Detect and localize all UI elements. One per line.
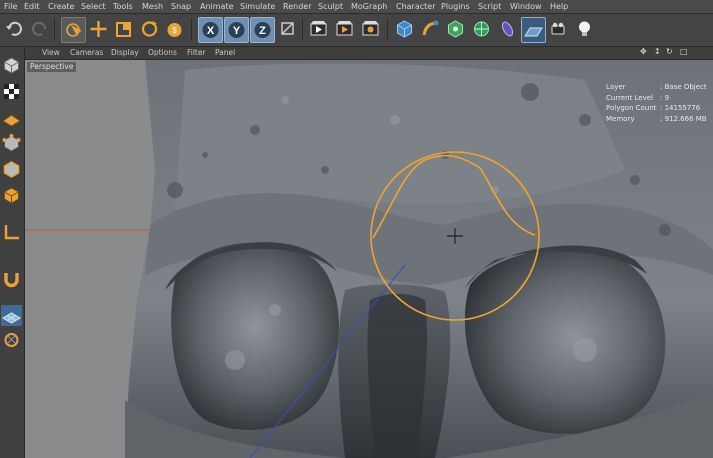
bend-deformer-icon[interactable] bbox=[419, 17, 442, 41]
zoom-view-icon[interactable]: ↕ bbox=[654, 47, 661, 56]
magnet-icon[interactable] bbox=[1, 269, 22, 290]
left-tool-palette bbox=[0, 47, 25, 458]
coordinate-system-icon[interactable]: $ bbox=[163, 17, 186, 41]
edges-mode-icon[interactable] bbox=[1, 159, 22, 180]
hud-poly-value: : 14155776 bbox=[660, 104, 701, 112]
svg-text:$: $ bbox=[172, 26, 177, 35]
move-view-icon[interactable]: ✥ bbox=[640, 47, 647, 56]
hud-level-key: Current Level bbox=[606, 93, 653, 102]
x-axis-icon[interactable]: X bbox=[198, 17, 223, 43]
hud-level-value: : 9 bbox=[660, 93, 670, 102]
points-mode-icon[interactable] bbox=[1, 133, 22, 154]
live-selection-icon[interactable] bbox=[61, 17, 86, 43]
menu-mograph[interactable]: MoGraph bbox=[351, 1, 387, 12]
scale-icon[interactable] bbox=[112, 17, 135, 41]
move-icon[interactable] bbox=[87, 17, 110, 41]
menu-tools[interactable]: Tools bbox=[113, 1, 133, 12]
menu-create[interactable]: Create bbox=[48, 1, 75, 12]
menu-window[interactable]: Window bbox=[510, 1, 542, 12]
light-icon[interactable] bbox=[573, 17, 596, 41]
menu-bar: File Edit Create Select Tools Mesh Snap … bbox=[0, 0, 713, 14]
x-axis-label: X bbox=[207, 25, 215, 37]
z-axis-label: Z bbox=[259, 25, 266, 37]
axis-mode-icon[interactable] bbox=[2, 221, 23, 242]
menu-select[interactable]: Select bbox=[81, 1, 106, 12]
model-mode-icon[interactable] bbox=[1, 55, 22, 76]
menu-help[interactable]: Help bbox=[550, 1, 568, 12]
menu-script[interactable]: Script bbox=[478, 1, 501, 12]
viewport-perspective[interactable]: Perspective Layer : Base Object Current L… bbox=[25, 60, 713, 458]
menu-sculpt[interactable]: Sculpt bbox=[318, 1, 343, 12]
hypernurbs-icon[interactable] bbox=[470, 17, 493, 41]
menu-edit[interactable]: Edit bbox=[24, 1, 40, 12]
render-settings-icon[interactable] bbox=[359, 17, 382, 41]
viewport-menu-options[interactable]: Options bbox=[148, 48, 177, 58]
floor-icon[interactable] bbox=[521, 17, 546, 43]
viewport-menu-cameras[interactable]: Cameras bbox=[70, 48, 103, 58]
menu-animate[interactable]: Animate bbox=[200, 1, 234, 12]
y-axis-icon[interactable]: Y bbox=[224, 17, 249, 43]
array-icon[interactable] bbox=[444, 17, 467, 41]
viewport-nav-icons: ✥ ↕ ↻ □ bbox=[640, 47, 713, 59]
hud-memory-key: Memory bbox=[606, 114, 635, 123]
cube-icon[interactable] bbox=[393, 17, 416, 41]
rotate-icon[interactable] bbox=[138, 17, 161, 41]
menu-file[interactable]: File bbox=[4, 1, 17, 12]
render-view-icon[interactable] bbox=[307, 17, 330, 41]
sculpt-layers-icon[interactable] bbox=[1, 329, 22, 350]
hud-layer-value: : Base Object bbox=[660, 83, 707, 91]
hud-layer-key: Layer bbox=[606, 83, 626, 91]
menu-plugins[interactable]: Plugins bbox=[441, 1, 470, 12]
camera-icon[interactable] bbox=[547, 17, 570, 41]
maximize-view-icon[interactable]: □ bbox=[680, 47, 688, 56]
main-toolbar: $ X Y Z bbox=[0, 14, 713, 47]
viewport-menu-panel[interactable]: Panel bbox=[215, 48, 235, 58]
render-picture-viewer-icon[interactable] bbox=[333, 17, 356, 41]
viewport-hud: Layer : Base Object Current Level : 9 Poly… bbox=[606, 82, 713, 124]
deformer-icon[interactable] bbox=[496, 17, 519, 41]
viewport-menu-view[interactable]: View bbox=[42, 48, 60, 58]
workplane-icon[interactable] bbox=[1, 107, 22, 128]
menu-simulate[interactable]: Simulate bbox=[240, 1, 275, 12]
y-axis-label: Y bbox=[233, 25, 241, 37]
menu-snap[interactable]: Snap bbox=[171, 1, 191, 12]
texture-mode-icon[interactable] bbox=[1, 81, 22, 102]
viewport-menu-bar: View Cameras Display Options Filter Pane… bbox=[25, 47, 713, 60]
menu-character[interactable]: Character bbox=[396, 1, 436, 12]
viewport-label[interactable]: Perspective bbox=[27, 62, 77, 72]
sculpt-grid-icon[interactable] bbox=[1, 305, 22, 326]
undo-icon[interactable] bbox=[3, 17, 26, 41]
polygons-mode-icon[interactable] bbox=[1, 185, 22, 206]
menu-render[interactable]: Render bbox=[283, 1, 311, 12]
rotate-view-icon[interactable]: ↻ bbox=[666, 47, 673, 56]
world-coords-icon[interactable] bbox=[276, 17, 299, 41]
hud-poly-key: Polygon Count bbox=[606, 104, 657, 112]
viewport-menu-filter[interactable]: Filter bbox=[187, 48, 206, 58]
hud-memory-value: : 912.666 MB bbox=[660, 114, 707, 123]
z-axis-icon[interactable]: Z bbox=[250, 17, 275, 43]
menu-mesh[interactable]: Mesh bbox=[142, 1, 163, 12]
redo-icon[interactable] bbox=[28, 17, 51, 41]
viewport-menu-display[interactable]: Display bbox=[111, 48, 139, 58]
